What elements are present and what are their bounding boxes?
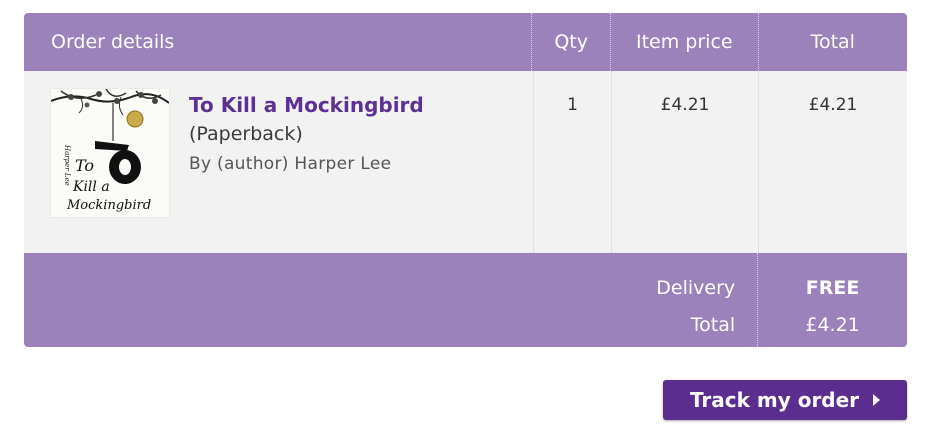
delivery-label: Delivery bbox=[656, 277, 736, 299]
summary-labels: Delivery Total bbox=[24, 253, 757, 347]
book-title-link[interactable]: To Kill a Mockingbird bbox=[189, 93, 424, 117]
table-row: Harper Lee To Kill a Mockingbird To Kill… bbox=[24, 71, 907, 253]
row-total-value: £4.21 bbox=[758, 71, 907, 253]
track-button-label: Track my order bbox=[689, 388, 860, 412]
order-details-heading: Order details bbox=[51, 31, 175, 53]
item-price-heading: Item price bbox=[610, 13, 757, 71]
order-summary: Delivery Total FREE £4.21 bbox=[24, 253, 907, 347]
qty-heading: Qty bbox=[531, 13, 610, 71]
total-label: Total bbox=[690, 314, 736, 336]
delivery-value: FREE bbox=[805, 277, 860, 299]
table-header: Order details Qty Item price Total bbox=[24, 13, 907, 71]
product-cell: Harper Lee To Kill a Mockingbird To Kill… bbox=[24, 71, 533, 253]
summary-values: FREE £4.21 bbox=[757, 253, 907, 347]
order-details-table: Order details Qty Item price Total Harpe… bbox=[24, 13, 907, 347]
item-price-value: £4.21 bbox=[611, 71, 758, 253]
chevron-right-icon bbox=[873, 394, 881, 406]
qty-value: 1 bbox=[533, 71, 611, 253]
cover-author-text: Harper Lee bbox=[63, 144, 71, 186]
track-my-order-button[interactable]: Track my order bbox=[663, 380, 907, 420]
grand-total-value: £4.21 bbox=[805, 314, 860, 336]
book-cover-image[interactable]: Harper Lee To Kill a Mockingbird bbox=[51, 89, 169, 217]
total-heading: Total bbox=[757, 13, 907, 71]
cover-title-mockingbird: Mockingbird bbox=[66, 198, 151, 213]
cover-title-kill: Kill a bbox=[72, 179, 110, 195]
book-author: By (author) Harper Lee bbox=[189, 154, 392, 174]
cover-title-to: To bbox=[75, 156, 94, 175]
book-format: (Paperback) bbox=[189, 123, 303, 145]
